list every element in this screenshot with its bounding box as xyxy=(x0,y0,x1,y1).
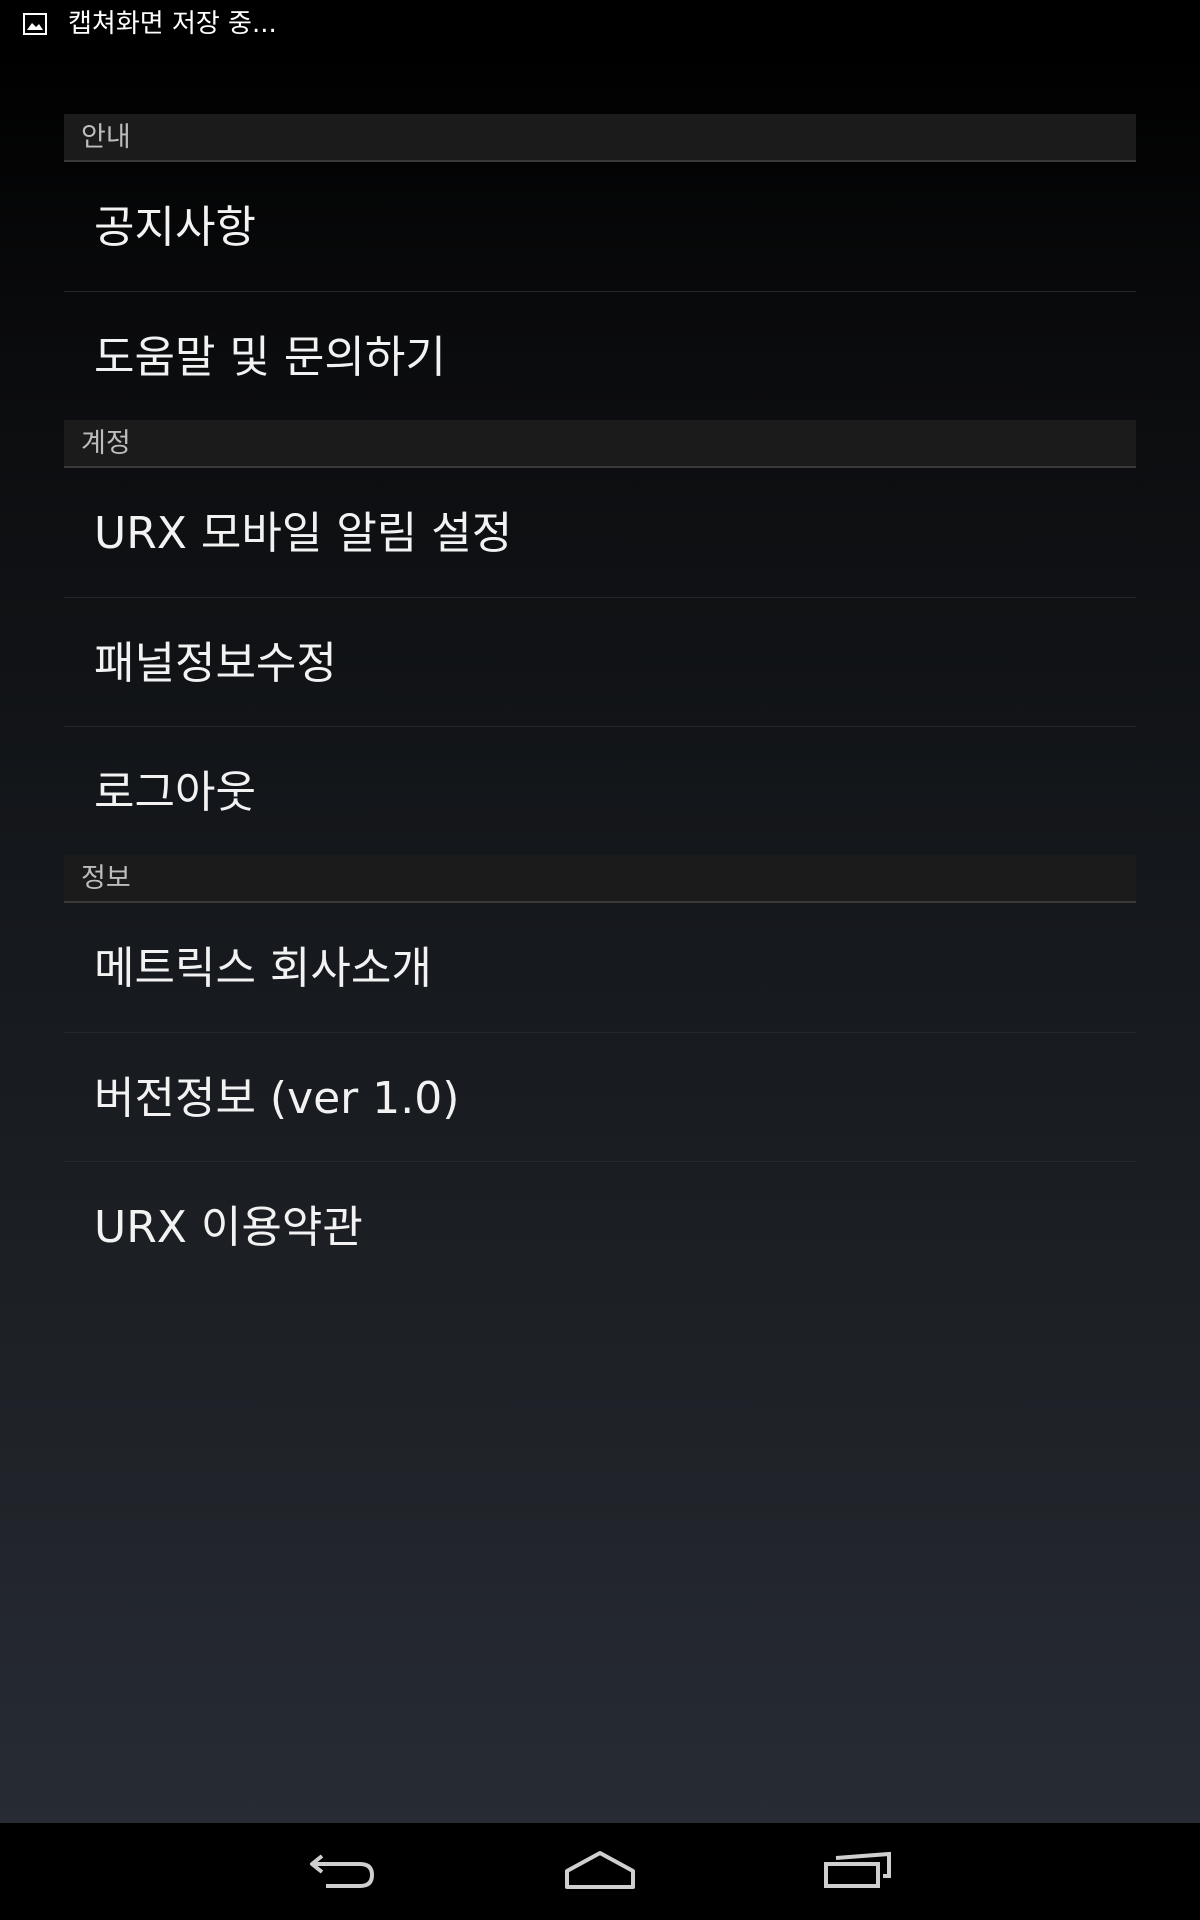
back-button[interactable] xyxy=(273,1823,413,1920)
section-header-label: 정보 xyxy=(81,863,131,894)
section-header-guide: 안내 xyxy=(64,114,1136,162)
list-item-company-intro[interactable]: 메트릭스 회사소개 xyxy=(64,903,1136,1032)
screen: 캡쳐화면 저장 중... 안내 공지사항 도움말 및 문의하기 계정 URX 모… xyxy=(0,0,1200,1920)
list-item-label: 메트릭스 회사소개 xyxy=(94,943,432,994)
recent-apps-icon xyxy=(823,1850,893,1894)
section-header-label: 계정 xyxy=(81,428,131,459)
list-item-label: URX 모바일 알림 설정 xyxy=(94,508,513,559)
section-header-info: 정보 xyxy=(64,855,1136,903)
list-item-label: 버전정보 (ver 1.0) xyxy=(94,1073,460,1124)
list-item-notice[interactable]: 공지사항 xyxy=(64,162,1136,291)
status-bar: 캡쳐화면 저장 중... xyxy=(0,0,1200,50)
settings-list: 안내 공지사항 도움말 및 문의하기 계정 URX 모바일 알림 설정 패널정보… xyxy=(64,114,1136,1290)
list-item-help[interactable]: 도움말 및 문의하기 xyxy=(64,291,1136,420)
notification-text: 캡쳐화면 저장 중... xyxy=(68,9,277,39)
list-item-label: URX 이용약관 xyxy=(94,1202,363,1253)
back-arrow-icon xyxy=(308,1848,378,1896)
list-item-label: 공지사항 xyxy=(94,202,256,253)
list-item-version-info[interactable]: 버전정보 (ver 1.0) xyxy=(64,1032,1136,1161)
navigation-bar xyxy=(0,1823,1200,1920)
home-icon xyxy=(563,1849,637,1895)
list-item-label: 패널정보수정 xyxy=(94,638,337,689)
list-item-edit-panel-info[interactable]: 패널정보수정 xyxy=(64,597,1136,726)
image-icon xyxy=(22,11,48,37)
list-item-logout[interactable]: 로그아웃 xyxy=(64,726,1136,855)
list-item-notification-settings[interactable]: URX 모바일 알림 설정 xyxy=(64,468,1136,597)
home-button[interactable] xyxy=(530,1823,670,1920)
list-item-label: 로그아웃 xyxy=(94,767,256,818)
list-item-terms[interactable]: URX 이용약관 xyxy=(64,1161,1136,1290)
section-header-label: 안내 xyxy=(81,122,131,153)
settings-content: 안내 공지사항 도움말 및 문의하기 계정 URX 모바일 알림 설정 패널정보… xyxy=(0,50,1200,1823)
section-header-account: 계정 xyxy=(64,420,1136,468)
recent-apps-button[interactable] xyxy=(788,1823,928,1920)
list-item-label: 도움말 및 문의하기 xyxy=(94,332,446,383)
